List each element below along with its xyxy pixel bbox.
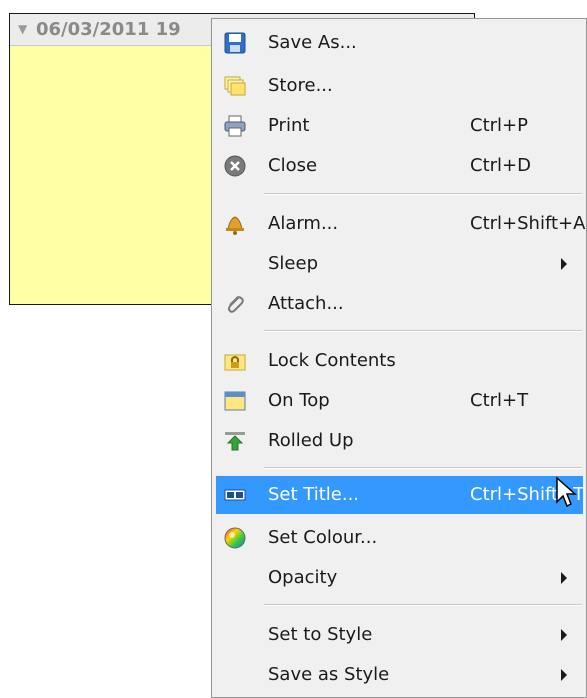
menu-item-on-top[interactable]: On Top Ctrl+T: [216, 382, 583, 420]
submenu-arrow-icon: [561, 572, 567, 584]
menu-item-shortcut: Ctrl+D: [470, 155, 531, 176]
submenu-arrow-icon: [561, 629, 567, 641]
menu-item-label: On Top: [268, 390, 330, 411]
mouse-cursor-icon: [556, 476, 577, 508]
menu-item-lock-contents[interactable]: Lock Contents: [216, 342, 583, 380]
lock-icon: [224, 350, 246, 372]
menu-item-label: Rolled Up: [268, 430, 354, 451]
submenu-arrow-icon: [561, 669, 567, 681]
bell-icon: [224, 213, 246, 235]
menu-separator: [264, 330, 582, 332]
menu-item-alarm[interactable]: Alarm... Ctrl+Shift+A: [216, 205, 586, 243]
menu-item-store[interactable]: Store...: [216, 67, 583, 105]
menu-item-label: Lock Contents: [268, 350, 396, 371]
menu-item-label: Close: [268, 155, 318, 176]
save-icon: [224, 32, 246, 54]
menu-item-set-title[interactable]: Set Title... Ctrl+Shift+T: [216, 476, 584, 514]
menu-separator: [264, 604, 582, 606]
menu-item-rolled-up[interactable]: Rolled Up: [216, 422, 583, 460]
menu-item-attach[interactable]: Attach...: [216, 285, 583, 323]
note-title: 06/03/2011 19: [36, 19, 181, 40]
menu-item-set-to-style[interactable]: Set to Style: [216, 616, 583, 654]
menu-item-label: Set Title...: [268, 484, 360, 505]
window-icon: [224, 390, 246, 412]
close-icon: [224, 155, 246, 177]
menu-item-close[interactable]: Close Ctrl+D: [216, 147, 583, 185]
title-icon: [224, 484, 246, 506]
menu-item-opacity[interactable]: Opacity: [216, 559, 583, 597]
menu-item-shortcut: Ctrl+T: [470, 390, 529, 411]
menu-item-label: Sleep: [268, 253, 319, 274]
menu-item-label: Store...: [268, 75, 333, 96]
store-icon: [224, 75, 246, 97]
menu-item-save-as[interactable]: Save As...: [216, 24, 583, 62]
menu-item-label: Save as Style: [268, 664, 390, 685]
colour-wheel-icon: [224, 527, 246, 549]
rolled-up-icon: [224, 430, 246, 452]
menu-item-label: Set Colour...: [268, 527, 378, 548]
context-menu: Save As... Store... Print Ctrl+P Close C…: [211, 18, 587, 698]
submenu-arrow-icon: [561, 258, 567, 270]
menu-item-shortcut: Ctrl+Shift+A: [470, 213, 586, 234]
menu-item-set-colour[interactable]: Set Colour...: [216, 519, 583, 557]
paperclip-icon: [224, 293, 246, 315]
menu-separator: [264, 467, 582, 469]
menu-item-shortcut: Ctrl+P: [470, 115, 528, 136]
print-icon: [224, 115, 246, 137]
menu-item-sleep[interactable]: Sleep: [216, 245, 583, 283]
collapse-arrow-icon[interactable]: ▼: [18, 22, 27, 36]
menu-item-label: Attach...: [268, 293, 344, 314]
menu-separator: [264, 193, 582, 195]
menu-item-print[interactable]: Print Ctrl+P: [216, 107, 583, 145]
menu-item-save-as-style[interactable]: Save as Style: [216, 656, 583, 694]
menu-item-label: Print: [268, 115, 310, 136]
menu-item-label: Opacity: [268, 567, 338, 588]
menu-item-label: Set to Style: [268, 624, 373, 645]
menu-item-label: Alarm...: [268, 213, 339, 234]
menu-item-label: Save As...: [268, 32, 357, 53]
